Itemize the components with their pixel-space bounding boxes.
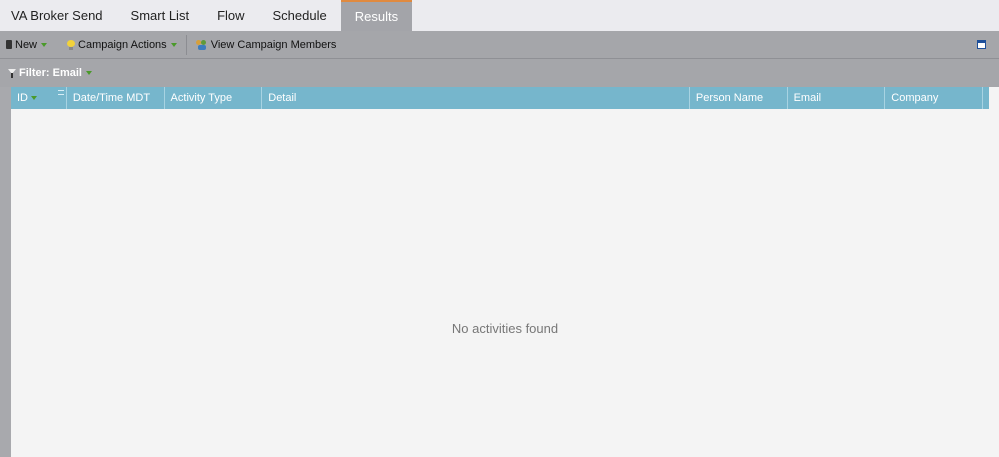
toolbar: New Campaign Actions View Campaign Membe…	[0, 31, 999, 59]
column-header-company[interactable]: Company	[885, 87, 983, 109]
chevron-down-icon	[41, 42, 48, 47]
lightbulb-icon	[67, 39, 76, 50]
column-label: ID	[17, 92, 28, 104]
empty-state-message: No activities found	[451, 321, 559, 336]
tab-schedule[interactable]: Schedule	[259, 0, 341, 31]
tab-va-broker-send[interactable]: VA Broker Send	[0, 0, 117, 31]
tab-smart-list[interactable]: Smart List	[117, 0, 204, 31]
filter-icon	[8, 68, 16, 78]
column-label: Company	[891, 92, 939, 104]
column-header-id[interactable]: ID	[11, 87, 67, 109]
new-button-label: New	[15, 38, 38, 51]
column-header-activity-type[interactable]: Activity Type	[165, 87, 263, 109]
new-button[interactable]: New	[0, 31, 53, 59]
column-label: Person Name	[695, 92, 764, 104]
tab-results[interactable]: Results	[340, 0, 413, 31]
toolbar-divider	[185, 34, 187, 55]
window-toggle-button[interactable]	[977, 40, 986, 49]
column-header-email[interactable]: Email	[788, 87, 886, 109]
results-page: VA Broker Send Smart List Flow Schedule …	[0, 0, 999, 457]
campaign-actions-button[interactable]: Campaign Actions	[61, 31, 183, 59]
column-header-date-time[interactable]: Date/Time MDT	[67, 87, 165, 109]
left-rail	[0, 87, 11, 457]
sort-desc-icon	[31, 96, 37, 100]
members-icon	[195, 39, 208, 50]
grid-header: ID Date/Time MDT Activity Type Detail Pe…	[11, 87, 989, 109]
campaign-actions-label: Campaign Actions	[78, 38, 167, 51]
window-icon	[977, 40, 986, 49]
phone-icon	[6, 40, 12, 49]
view-campaign-members-label: View Campaign Members	[210, 38, 337, 51]
column-label: Date/Time MDT	[72, 92, 151, 104]
chevron-down-icon	[170, 42, 177, 47]
column-grip-icon	[57, 90, 64, 95]
column-header-detail[interactable]: Detail	[262, 87, 690, 109]
column-label: Email	[793, 92, 822, 104]
tab-flow[interactable]: Flow	[203, 0, 258, 31]
column-label: Activity Type	[170, 92, 233, 104]
chevron-down-icon[interactable]	[85, 71, 92, 75]
tab-bar: VA Broker Send Smart List Flow Schedule …	[0, 0, 999, 31]
column-header-person-name[interactable]: Person Name	[690, 87, 788, 109]
view-campaign-members-button[interactable]: View Campaign Members	[190, 31, 343, 59]
filter-bar: Filter: Email	[0, 59, 999, 87]
column-label: Detail	[268, 92, 297, 104]
grid-body: No activities found	[11, 109, 999, 457]
filter-label[interactable]: Filter: Email	[19, 67, 82, 79]
